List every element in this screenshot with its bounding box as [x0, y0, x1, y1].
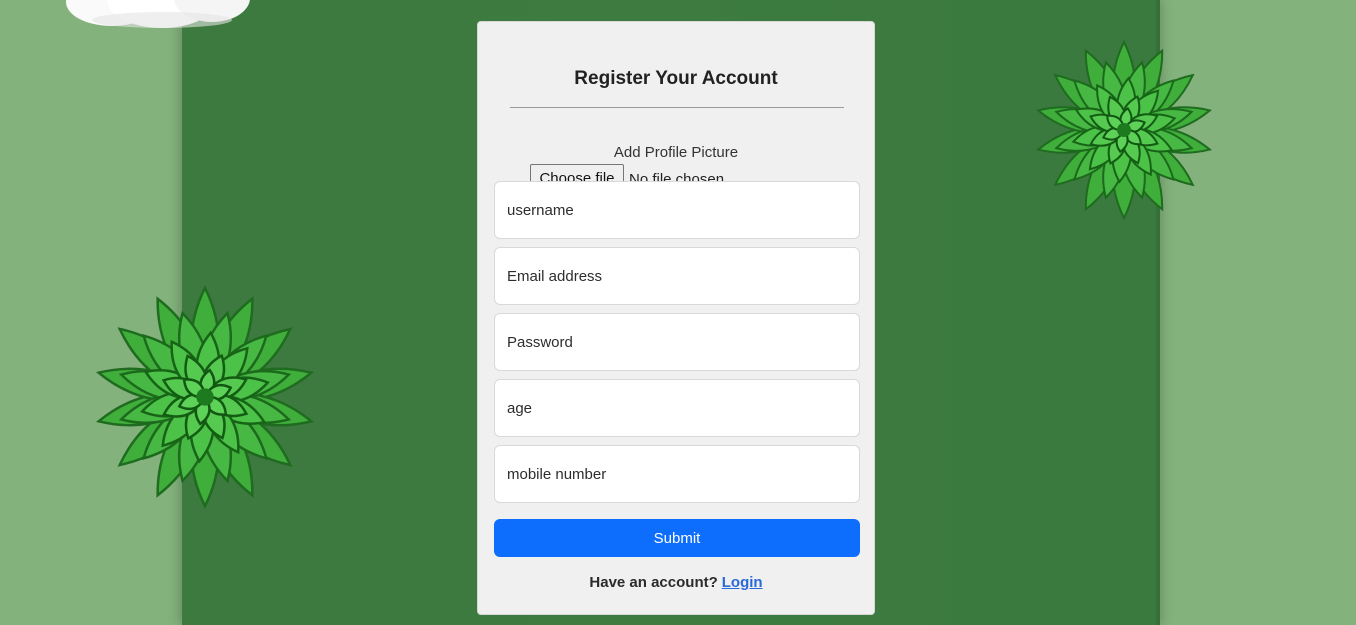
register-card: Register Your Account Add Profile Pictur…: [477, 21, 875, 615]
password-input[interactable]: [494, 313, 860, 371]
succulent-icon: [1036, 39, 1212, 221]
submit-button[interactable]: Submit: [494, 519, 860, 557]
login-prompt-text: Have an account?: [589, 574, 718, 591]
login-link[interactable]: Login: [722, 574, 763, 591]
title-divider: [510, 107, 844, 108]
succulent-icon: [95, 285, 315, 509]
email-input[interactable]: [494, 247, 860, 305]
age-input[interactable]: [494, 379, 860, 437]
form-title: Register Your Account: [574, 68, 778, 89]
mobile-number-input[interactable]: [494, 445, 860, 503]
cloud-icon: [66, 0, 250, 28]
login-prompt: Have an account? Login: [478, 574, 874, 591]
profile-picture-label: Add Profile Picture: [613, 144, 739, 161]
username-input[interactable]: [494, 181, 860, 239]
